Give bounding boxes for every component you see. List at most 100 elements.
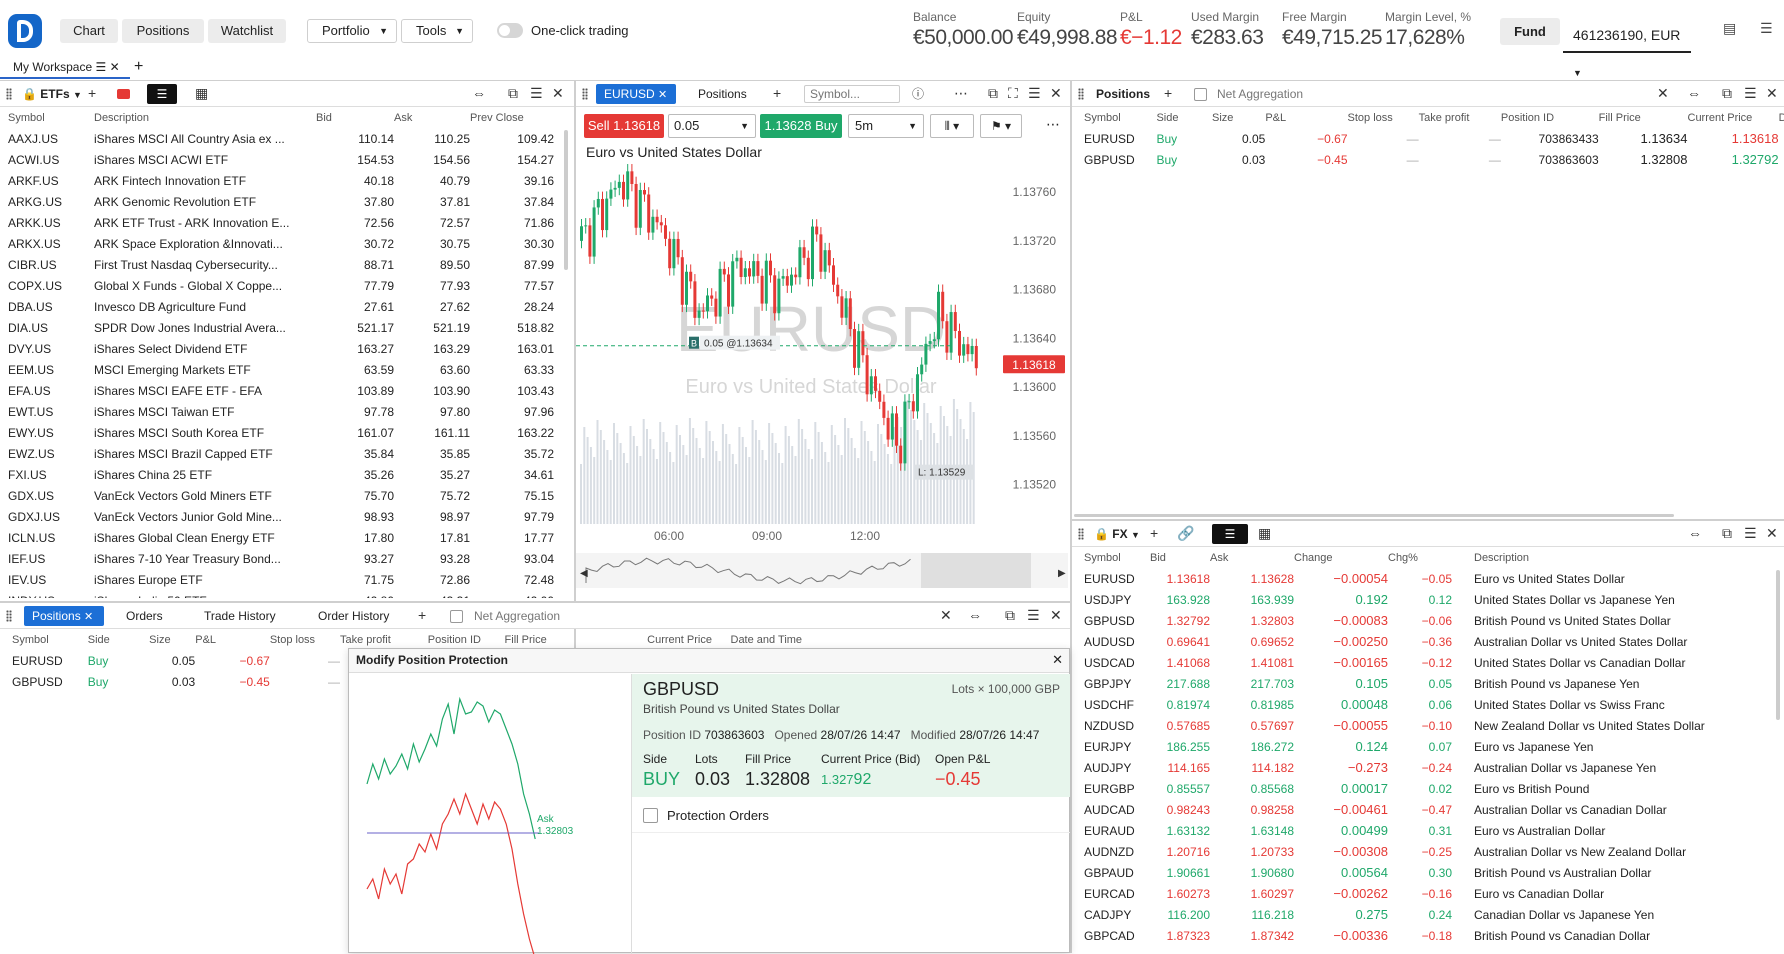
table-row[interactable]: EWZ.US iShares MSCI Brazil Capped ETF 35.8… [0, 443, 560, 464]
close-icon[interactable]: ✕ [552, 85, 564, 102]
price-chart[interactable]: 1.138001.137601.137201.136801.136401.136… [576, 156, 1070, 601]
menu-icon[interactable]: ☰ [530, 85, 543, 102]
table-row[interactable]: CADJPY 116.200 116.218 0.275 0.24 Canadian Do… [1072, 904, 1772, 925]
list-view-icon[interactable]: ☰ [1212, 524, 1248, 544]
fullscreen-icon[interactable]: ⛶ [1008, 85, 1018, 102]
table-row[interactable]: USDJPY 163.928 163.939 0.192 0.12 United Stat… [1072, 589, 1772, 610]
table-row[interactable]: ARKK.US ARK ETF Trust - ARK Innovation E.… [0, 212, 560, 233]
sell-button[interactable]: Sell 1.13618 [584, 114, 664, 138]
protection-row[interactable]: Protection Orders [632, 797, 1070, 833]
link-icon[interactable]: ⇔ [1688, 525, 1702, 541]
col-side[interactable]: Side [1156, 108, 1212, 128]
interval-select[interactable]: 5m ▼ [848, 114, 924, 138]
tools-dropdown[interactable]: Tools ▼ [401, 19, 473, 43]
net-aggregation-checkbox[interactable] [450, 610, 463, 623]
col-symbol[interactable]: Symbol [0, 108, 94, 128]
table-row[interactable]: GBPAUD 1.90661 1.90680 0.00564 0.30 British P… [1072, 862, 1772, 883]
watchlist-button[interactable]: Watchlist [208, 19, 286, 43]
col-size[interactable]: Size [1212, 108, 1265, 128]
col-bid[interactable]: Bid [1150, 548, 1210, 568]
fund-button[interactable]: Fund [1500, 18, 1560, 45]
table-row[interactable]: AUDCAD 0.98243 0.98258 −0.00461 −0.47 Austral… [1072, 799, 1772, 820]
table-row[interactable]: EURCAD 1.60273 1.60297 −0.00262 −0.16 Euro vs… [1072, 883, 1772, 904]
col-bid[interactable]: Bid [316, 108, 394, 128]
tab-trade-history[interactable]: Trade History [204, 606, 276, 626]
chart-button[interactable]: Chart [60, 19, 118, 43]
link-icon[interactable]: ⇔ [472, 85, 486, 101]
portfolio-dropdown[interactable]: Portfolio ▼ [307, 19, 397, 43]
link-icon[interactable]: 🔗 [1177, 525, 1194, 542]
table-row[interactable]: ICLN.US iShares Global Clean Energy ETF 17… [0, 527, 560, 548]
col-date[interactable]: D [1779, 108, 1784, 128]
close-icon[interactable]: ✕ [1766, 85, 1778, 102]
drag-handle-icon[interactable] [1078, 88, 1084, 100]
table-row[interactable]: USDCHF 0.81974 0.81985 0.00048 0.06 United St… [1072, 694, 1772, 715]
table-row[interactable]: EURUSD 1.13618 1.13628 −0.00054 −0.05 Euro vs… [1072, 568, 1772, 589]
tab-positions[interactable]: Positions ✕ [24, 606, 104, 626]
drag-handle-icon[interactable] [582, 88, 588, 100]
col-take-profit[interactable]: Take profit [1419, 108, 1501, 128]
table-row[interactable]: EURUSD Buy 0.05 −0.67 — — 703863433 1.13634 1.13… [1072, 128, 1784, 149]
add-icon[interactable]: + [418, 607, 426, 623]
close-icon[interactable]: ✕ [1052, 652, 1063, 668]
menu-icon[interactable]: ☰ [1027, 607, 1040, 624]
col-ask[interactable]: Ask [1210, 548, 1294, 568]
table-row[interactable]: AUDJPY 114.165 114.182 −0.273 −0.24 Australia… [1072, 757, 1772, 778]
col-prev-close[interactable]: Prev Close [470, 108, 560, 128]
color-tag-icon[interactable] [117, 89, 130, 99]
tab-orders[interactable]: Orders [126, 606, 163, 626]
col-symbol[interactable]: Symbol [1072, 548, 1150, 568]
table-row[interactable]: FXI.US iShares China 25 ETF 35.26 35.27 34.6… [0, 464, 560, 485]
col-take-profit[interactable]: Take profit [340, 630, 428, 650]
popout-icon[interactable]: ⧉ [508, 85, 518, 102]
col-position-id[interactable]: Position ID [428, 630, 505, 650]
menu-icon[interactable]: ☰ [1028, 85, 1041, 102]
table-row[interactable]: GDXJ.US VanEck Vectors Junior Gold Mine..… [0, 506, 560, 527]
hamburger-icon[interactable]: ☰ [95, 60, 106, 74]
close-icon[interactable]: ✕ [1766, 525, 1778, 542]
symbol-input[interactable] [804, 85, 900, 103]
menu-icon[interactable]: ☰ [1744, 525, 1757, 542]
grid-view-icon[interactable]: ▦ [195, 85, 208, 102]
col-chg-pct[interactable]: Chg% [1388, 548, 1452, 568]
popout-icon[interactable]: ⧉ [1722, 525, 1732, 542]
menu-icon[interactable]: ☰ [1760, 20, 1773, 37]
table-row[interactable]: EFA.US iShares MSCI EAFE ETF - EFA 103.89 1… [0, 380, 560, 401]
close-icon[interactable]: ✕ [84, 611, 93, 623]
add-workspace-icon[interactable]: + [134, 58, 143, 76]
popout-icon[interactable]: ⧉ [1722, 85, 1732, 102]
table-row[interactable]: ARKF.US ARK Fintech Innovation ETF 40.18 40… [0, 170, 560, 191]
scrollbar[interactable] [1074, 514, 1674, 517]
col-date-time[interactable]: Date and Time [731, 630, 861, 650]
menu-icon[interactable]: ☰ [1744, 85, 1757, 102]
table-row[interactable]: EURJPY 186.255 186.272 0.124 0.07 Euro vs Jap… [1072, 736, 1772, 757]
table-row[interactable]: DBA.US Invesco DB Agriculture Fund 27.61 27… [0, 296, 560, 317]
net-aggregation-checkbox[interactable] [1194, 88, 1207, 101]
table-row[interactable]: COPX.US Global X Funds - Global X Coppe..… [0, 275, 560, 296]
table-row[interactable]: IEF.US iShares 7-10 Year Treasury Bond...… [0, 548, 560, 569]
positions-button[interactable]: Positions [122, 19, 204, 43]
layout-icon[interactable]: ▤ [1723, 20, 1736, 37]
table-row[interactable]: USDCAD 1.41068 1.41081 −0.00165 −0.12 United … [1072, 652, 1772, 673]
workspace-tab[interactable]: My Workspace ☰ ✕ [0, 58, 130, 79]
col-stop-loss[interactable]: Stop loss [1348, 108, 1419, 128]
col-side[interactable]: Side [88, 630, 149, 650]
table-row[interactable]: GBPUSD 1.32792 1.32803 −0.00083 −0.06 British… [1072, 610, 1772, 631]
col-stop-loss[interactable]: Stop loss [270, 630, 340, 650]
col-symbol[interactable]: Symbol [0, 630, 88, 650]
drag-handle-icon[interactable] [6, 610, 12, 622]
table-row[interactable]: GBPJPY 217.688 217.703 0.105 0.05 British Pou… [1072, 673, 1772, 694]
col-symbol[interactable]: Symbol [1072, 108, 1156, 128]
col-change[interactable]: Change [1294, 548, 1388, 568]
tab-positions[interactable]: Positions [698, 84, 747, 104]
add-icon[interactable]: + [88, 85, 96, 101]
link-icon[interactable]: ⇔ [1687, 85, 1701, 101]
drag-handle-icon[interactable] [1078, 528, 1084, 540]
table-row[interactable]: GBPCAD 1.87323 1.87342 −0.00336 −0.18 British… [1072, 925, 1772, 946]
drawing-tools-icon[interactable]: ⚑ ▾ [980, 114, 1022, 138]
table-row[interactable]: ARKX.US ARK Space Exploration &Innovati..… [0, 233, 560, 254]
more-icon[interactable]: ⋯ [1046, 116, 1060, 133]
close-icon[interactable]: ✕ [1050, 607, 1062, 624]
table-row[interactable]: AUDUSD 0.69641 0.69652 −0.00250 −0.36 Austral… [1072, 631, 1772, 652]
col-fill-price[interactable]: Fill Price [1599, 108, 1688, 128]
